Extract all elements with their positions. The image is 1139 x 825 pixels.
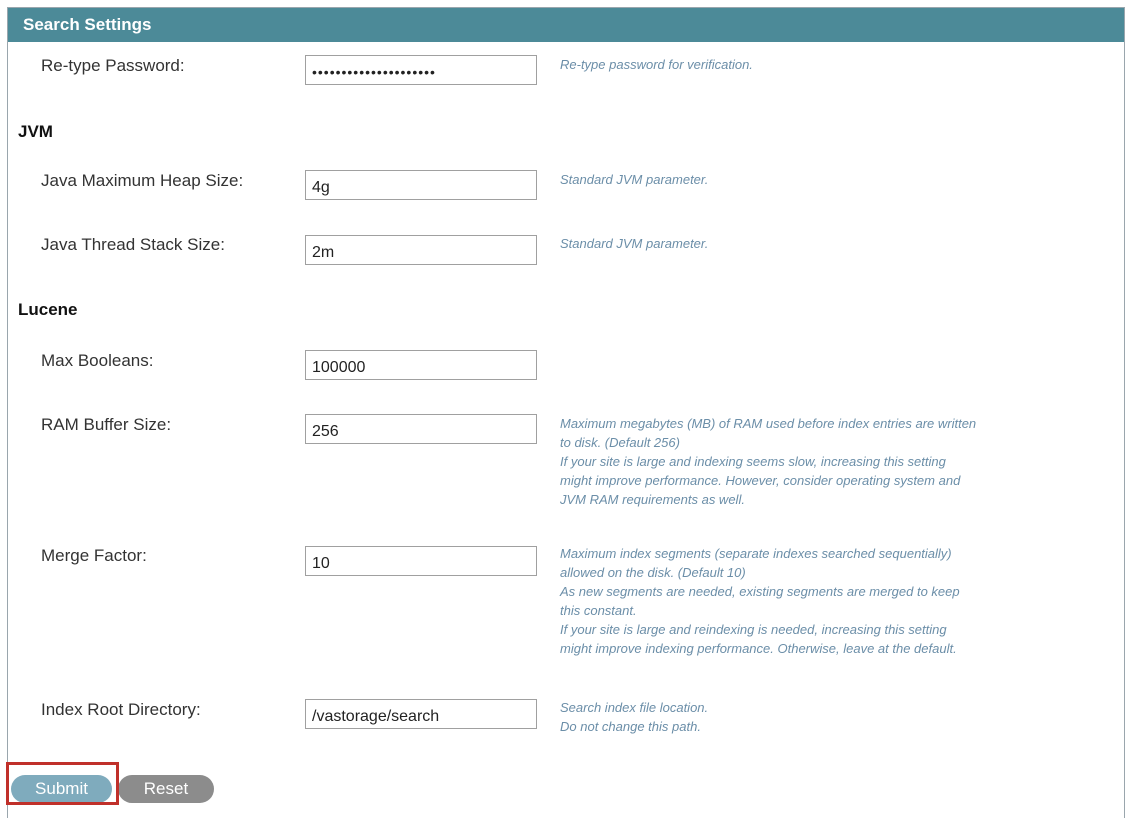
- heap-size-field[interactable]: 4g: [305, 170, 537, 200]
- ram-buffer-help: Maximum megabytes (MB) of RAM used befor…: [560, 416, 977, 507]
- heap-size-help: Standard JVM parameter.: [560, 172, 709, 187]
- index-root-help: Search index file location. Do not chang…: [560, 700, 709, 734]
- retype-password-help: Re-type password for verification.: [560, 57, 753, 72]
- merge-factor-field[interactable]: 10: [305, 546, 537, 576]
- index-root-label: Index Root Directory:: [41, 700, 201, 719]
- merge-factor-help: Maximum index segments (separate indexes…: [560, 546, 960, 656]
- thread-stack-label: Java Thread Stack Size:: [41, 235, 225, 254]
- retype-password-field[interactable]: •••••••••••••••••••••: [305, 55, 537, 85]
- jvm-heading: JVM: [18, 122, 53, 141]
- reset-button[interactable]: Reset: [118, 775, 214, 803]
- submit-highlight-box: [6, 762, 119, 805]
- panel-title: Search Settings: [8, 8, 1124, 42]
- thread-stack-help: Standard JVM parameter.: [560, 236, 709, 251]
- max-booleans-field[interactable]: 100000: [305, 350, 537, 380]
- ram-buffer-field[interactable]: 256: [305, 414, 537, 444]
- heap-size-label: Java Maximum Heap Size:: [41, 171, 244, 190]
- max-booleans-label: Max Booleans:: [41, 351, 154, 370]
- index-root-field[interactable]: /vastorage/search: [305, 699, 537, 729]
- merge-factor-label: Merge Factor:: [41, 546, 147, 565]
- thread-stack-field[interactable]: 2m: [305, 235, 537, 265]
- ram-buffer-label: RAM Buffer Size:: [41, 415, 172, 434]
- lucene-heading: Lucene: [18, 300, 78, 319]
- search-settings-panel: Search Settings: [7, 7, 1125, 818]
- retype-password-label: Re-type Password:: [41, 56, 185, 75]
